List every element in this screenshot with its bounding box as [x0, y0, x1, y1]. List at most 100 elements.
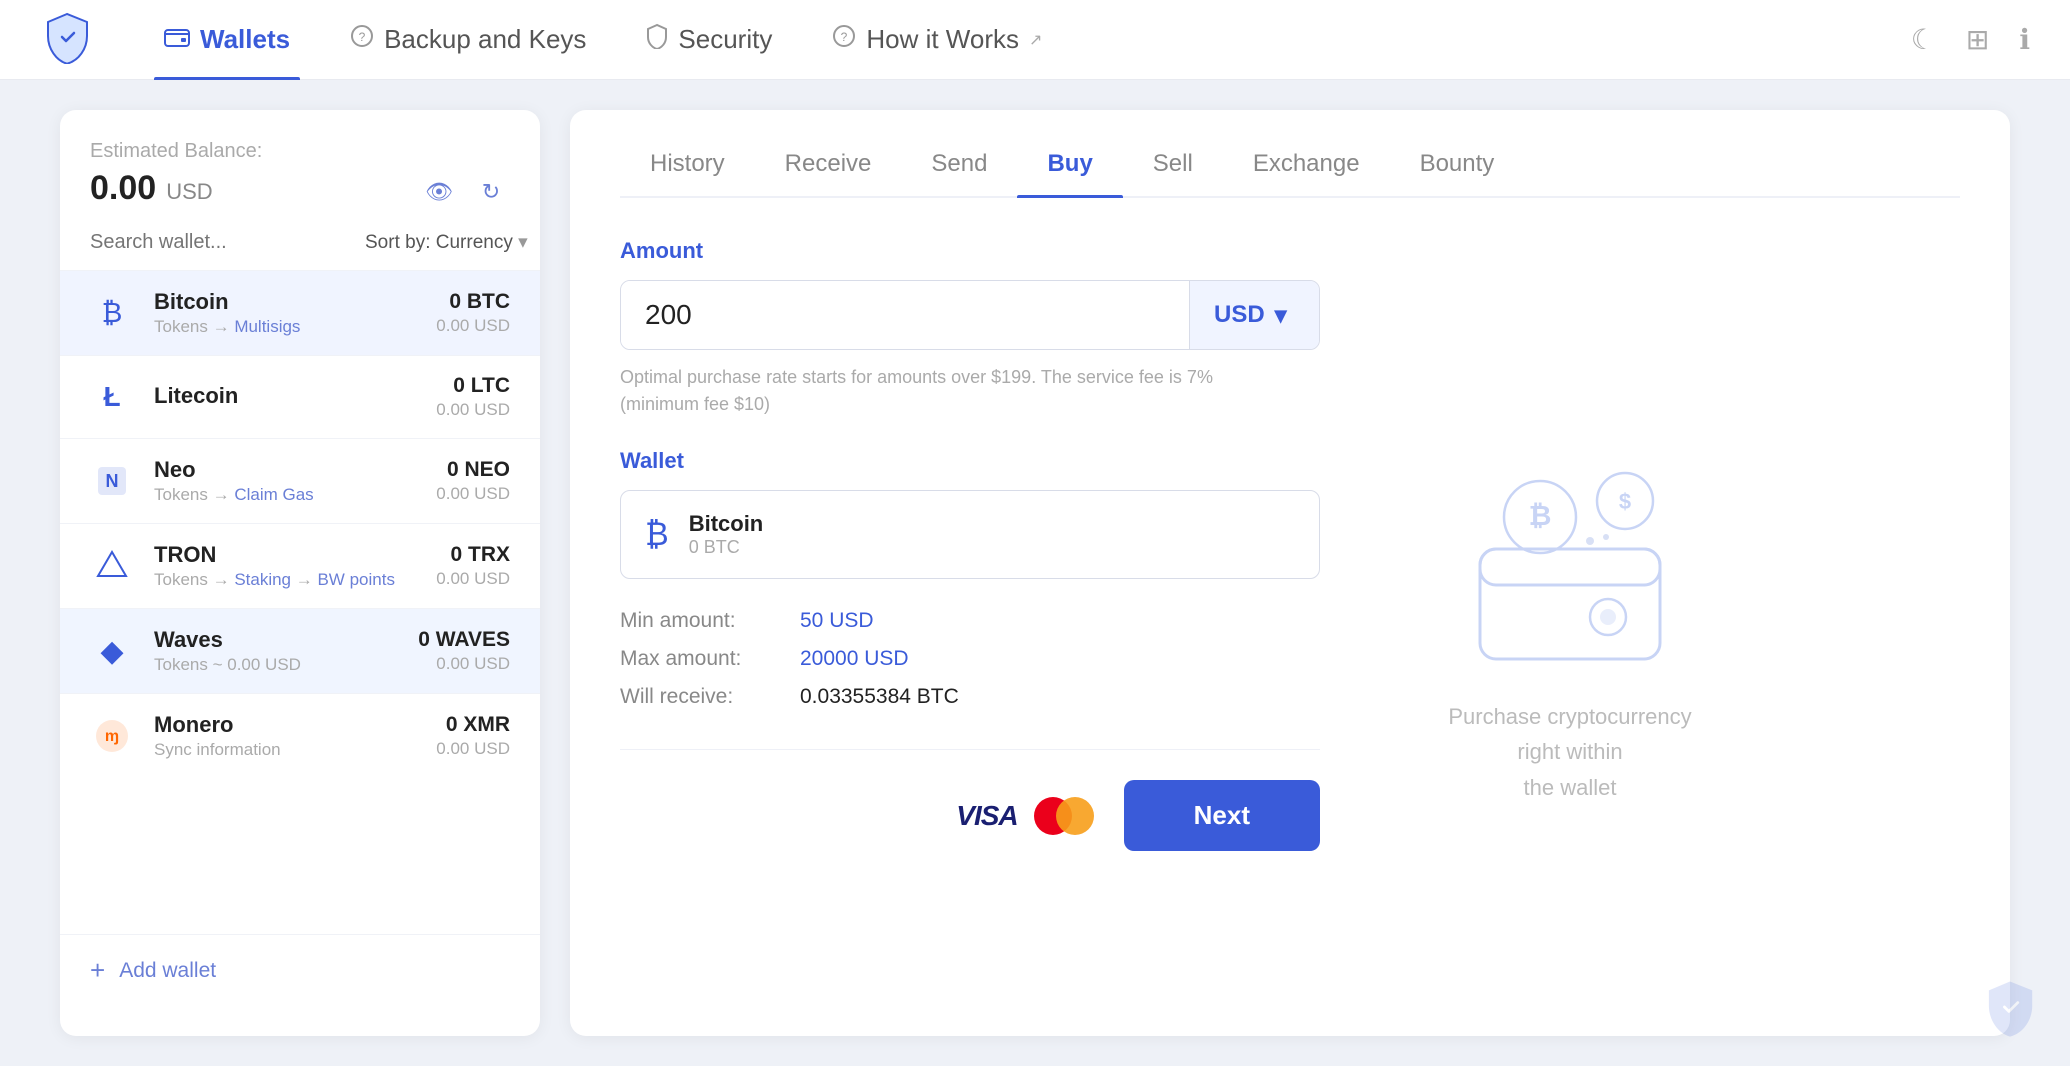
nav-right-controls: ☾ ⊞ ℹ: [1911, 23, 2030, 56]
wallet-item-monero[interactable]: ɱ Monero Sync information 0 XMR 0.00 USD: [60, 693, 540, 778]
waves-crypto: 0 WAVES: [418, 628, 510, 652]
waves-name: Waves: [154, 627, 418, 653]
bitcoin-name: Bitcoin: [154, 289, 436, 315]
refresh-icon[interactable]: ↻: [472, 173, 510, 211]
amount-row: USD ▾: [620, 280, 1320, 350]
buy-form: Amount USD ▾ Optimal purchase rate start…: [620, 238, 1320, 1006]
search-input[interactable]: [90, 231, 355, 254]
receive-label: Will receive:: [620, 685, 780, 709]
wallet-item-bitcoin[interactable]: ₿ Bitcoin Tokens → Multisigs 0 BTC 0.00 …: [60, 270, 540, 355]
tron-info: TRON Tokens → Staking → BW points: [154, 542, 436, 590]
svg-text:$: $: [1619, 489, 1631, 514]
wallet-section: Wallet ₿ Bitcoin 0 BTC: [620, 448, 1320, 579]
tab-buy[interactable]: Buy: [1017, 140, 1122, 196]
svg-text:N: N: [106, 471, 119, 491]
currency-select[interactable]: USD ▾: [1189, 281, 1319, 349]
max-value: 20000 USD: [800, 647, 909, 671]
hint-text: Optimal purchase rate starts for amounts…: [620, 364, 1320, 418]
tab-bounty[interactable]: Bounty: [1390, 140, 1525, 196]
wallet-list: ₿ Bitcoin Tokens → Multisigs 0 BTC 0.00 …: [60, 270, 540, 934]
estimated-balance-row: 0.00 USD 👁 ↻: [90, 169, 510, 211]
wallet-item-litecoin[interactable]: Ł Litecoin 0 LTC 0.00 USD: [60, 355, 540, 438]
nav-item-wallets[interactable]: Wallets: [154, 0, 300, 80]
tab-sell[interactable]: Sell: [1123, 140, 1223, 196]
nav-backup-label: Backup and Keys: [384, 24, 586, 55]
buy-content: Amount USD ▾ Optimal purchase rate start…: [620, 238, 1960, 1006]
tron-sub: Tokens → Staking → BW points: [154, 570, 436, 590]
monero-icon: ɱ: [90, 714, 134, 758]
add-wallet-label: Add wallet: [119, 959, 216, 983]
neo-sub: Tokens → Claim Gas: [154, 485, 436, 505]
next-button[interactable]: Next: [1124, 780, 1320, 851]
add-plus-icon: +: [90, 955, 105, 986]
search-sort-row: Sort by: Currency ▾: [60, 231, 540, 254]
amount-input[interactable]: [621, 281, 1189, 349]
sort-label[interactable]: Sort by: Currency ▾: [365, 231, 528, 254]
tab-receive[interactable]: Receive: [755, 140, 902, 196]
mastercard-icon: [1034, 797, 1094, 835]
chevron-down-icon: ▾: [1275, 301, 1287, 330]
right-panel: History Receive Send Buy Sell Exchange B…: [570, 110, 2010, 1036]
theme-toggle-icon[interactable]: ☾: [1911, 23, 1936, 56]
bitcoin-icon: ₿: [90, 291, 134, 335]
visa-icon: VISA: [956, 800, 1017, 832]
waves-amounts: 0 WAVES 0.00 USD: [418, 628, 510, 674]
payment-icons: VISA: [956, 797, 1093, 835]
nav-item-security[interactable]: Security: [636, 0, 782, 80]
min-value: 50 USD: [800, 609, 874, 633]
bottom-logo: [1980, 977, 2040, 1042]
eye-icon[interactable]: 👁: [420, 173, 458, 211]
receive-value: 0.03355384 BTC: [800, 685, 959, 709]
selected-wallet-name: Bitcoin: [689, 511, 764, 537]
nav-wallets-label: Wallets: [200, 24, 290, 55]
max-amount-row: Max amount: 20000 USD: [620, 647, 1320, 671]
tabs: History Receive Send Buy Sell Exchange B…: [620, 140, 1960, 198]
litecoin-icon: Ł: [90, 375, 134, 419]
estimated-label: Estimated Balance:: [90, 140, 510, 163]
tron-usd: 0.00 USD: [436, 569, 510, 589]
neo-info: Neo Tokens → Claim Gas: [154, 457, 436, 505]
wallet-illustration: ₿ $: [1450, 469, 1690, 669]
info-rows: Min amount: 50 USD Max amount: 20000 USD…: [620, 609, 1320, 709]
waves-usd: 0.00 USD: [418, 654, 510, 674]
litecoin-amounts: 0 LTC 0.00 USD: [436, 374, 510, 420]
logo[interactable]: [40, 10, 114, 69]
tab-send[interactable]: Send: [901, 140, 1017, 196]
buy-illustration: ₿ $ Purchase cryptocurrency right within…: [1380, 238, 1760, 1006]
bitcoin-info: Bitcoin Tokens → Multisigs: [154, 289, 436, 337]
monero-usd: 0.00 USD: [436, 739, 510, 759]
nav-item-how-it-works[interactable]: ? How it Works ↗: [822, 0, 1052, 80]
wallet-item-waves[interactable]: ◆ Waves Tokens ~ 0.00 USD 0 WAVES 0.00 U…: [60, 608, 540, 693]
wallet-selector[interactable]: ₿ Bitcoin 0 BTC: [620, 490, 1320, 579]
svg-text:?: ?: [359, 30, 366, 44]
tron-icon: [90, 544, 134, 588]
tab-history[interactable]: History: [620, 140, 755, 196]
tron-crypto: 0 TRX: [436, 543, 510, 567]
illustration-text: Purchase cryptocurrency right withinthe …: [1430, 699, 1710, 805]
add-wallet-button[interactable]: + Add wallet: [60, 934, 540, 1006]
neo-name: Neo: [154, 457, 436, 483]
monero-amounts: 0 XMR 0.00 USD: [436, 713, 510, 759]
nav-how-label: How it Works: [866, 24, 1019, 55]
balance-amount: 0.00: [90, 169, 156, 208]
currency-value: USD: [1214, 301, 1265, 329]
waves-info: Waves Tokens ~ 0.00 USD: [154, 627, 418, 675]
bitcoin-usd: 0.00 USD: [436, 316, 510, 336]
monero-name: Monero: [154, 712, 436, 738]
bitcoin-amounts: 0 BTC 0.00 USD: [436, 290, 510, 336]
wallet-item-neo[interactable]: N Neo Tokens → Claim Gas 0 NEO 0.00 USD: [60, 438, 540, 523]
nav-item-backup[interactable]: ? Backup and Keys: [340, 0, 596, 80]
waves-icon: ◆: [90, 629, 134, 673]
svg-text:?: ?: [841, 30, 848, 44]
sidebar-header: Estimated Balance: 0.00 USD 👁 ↻: [60, 140, 540, 231]
topnav: Wallets ? Backup and Keys Security ? How…: [0, 0, 2070, 80]
litecoin-usd: 0.00 USD: [436, 400, 510, 420]
info-icon[interactable]: ℹ: [2019, 23, 2030, 56]
tab-exchange[interactable]: Exchange: [1223, 140, 1390, 196]
wallet-item-tron[interactable]: TRON Tokens → Staking → BW points 0 TRX …: [60, 523, 540, 608]
min-label: Min amount:: [620, 609, 780, 633]
min-amount-row: Min amount: 50 USD: [620, 609, 1320, 633]
tron-name: TRON: [154, 542, 436, 568]
grid-icon[interactable]: ⊞: [1966, 23, 1989, 56]
wallet-selector-info: Bitcoin 0 BTC: [689, 511, 764, 558]
